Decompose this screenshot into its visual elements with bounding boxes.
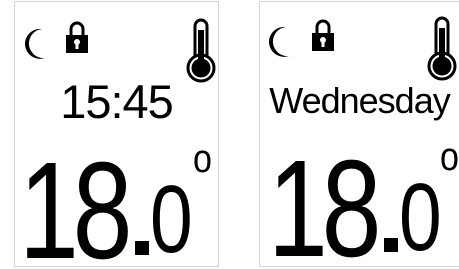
- degree-symbol: o: [440, 135, 459, 179]
- temperature-decimal: 0: [399, 164, 442, 267]
- temperature-integer: 18: [268, 132, 381, 267]
- thermostat-screen-time: 15:45 18 0 o: [14, 1, 219, 267]
- clock-time: 15:45: [60, 75, 174, 128]
- moon-icon: [268, 26, 289, 57]
- decimal-point: [135, 241, 149, 255]
- decimal-point: [384, 238, 398, 252]
- temperature-integer: 18: [19, 134, 132, 267]
- thermometer-icon: [427, 16, 457, 81]
- lock-icon: [312, 19, 334, 51]
- temperature-decimal: 0: [150, 166, 193, 267]
- day-of-week: Wednesday: [269, 80, 450, 121]
- thermostat-screen-day: Wednesday 18 0 o: [259, 1, 459, 267]
- lock-icon: [66, 21, 88, 53]
- degree-symbol: o: [193, 137, 212, 181]
- moon-icon: [24, 28, 45, 59]
